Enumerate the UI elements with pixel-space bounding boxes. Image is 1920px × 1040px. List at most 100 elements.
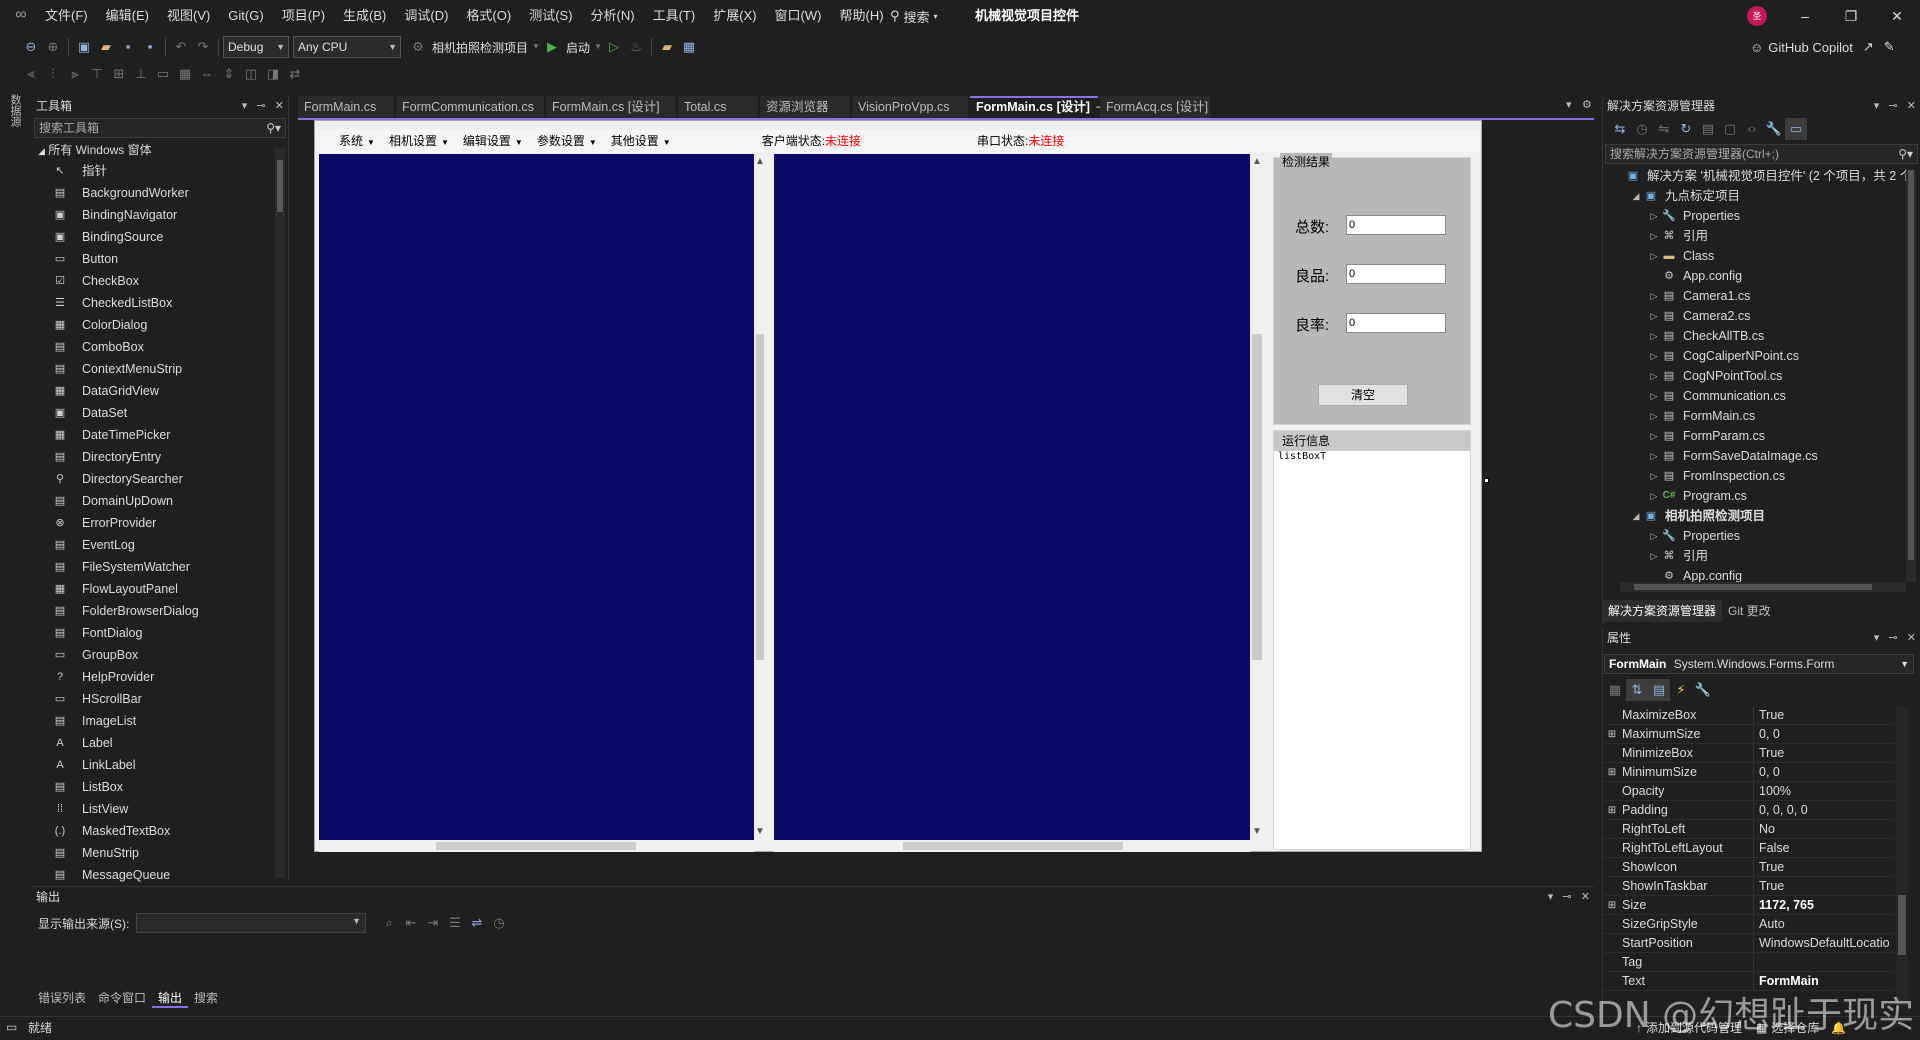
form-menu-item[interactable]: 相机设置 ▼ <box>382 130 456 152</box>
toolbox-item[interactable]: ▦ ColorDialog <box>32 314 288 336</box>
toolbox-item[interactable]: ⚲ DirectorySearcher <box>32 468 288 490</box>
expand-arrow-icon[interactable]: ▷ <box>1647 486 1661 506</box>
align-right-icon[interactable]: ⫸ <box>64 63 86 85</box>
menu-item[interactable]: 工具(T) <box>644 0 705 32</box>
bottom-tab[interactable]: 搜索 <box>188 988 224 1008</box>
scroll-up-icon[interactable]: ▲ <box>754 156 766 168</box>
toolbox-scroll-thumb[interactable] <box>277 160 283 212</box>
close-window-button[interactable]: ✕ <box>1874 0 1920 32</box>
configuration-dropdown[interactable]: Debug ▼ <box>223 36 289 58</box>
tab-order-icon[interactable]: ⇄ <box>284 63 306 85</box>
toolbox-item[interactable]: ▭ Button <box>32 248 288 270</box>
open-file-icon[interactable]: ▰ <box>95 36 117 58</box>
refresh-icon[interactable]: ↻ <box>1675 118 1697 140</box>
menu-item[interactable]: 分析(N) <box>582 0 644 32</box>
same-size-icon[interactable]: ▭ <box>152 63 174 85</box>
property-row[interactable]: RightToLeft No <box>1604 820 1894 839</box>
user-avatar[interactable]: 圣 <box>1747 6 1767 26</box>
switch-views-icon[interactable]: ⇆ <box>1609 118 1631 140</box>
solution-tree-item[interactable]: ▷ ▤ CheckAllTB.cs <box>1603 326 1920 346</box>
share-icon[interactable]: ↗ <box>1863 39 1874 55</box>
toolbox-item[interactable]: ▤ ComboBox <box>32 336 288 358</box>
editor-tab[interactable]: FormMain.cs [设计]⊸✕ <box>970 96 1123 118</box>
property-value[interactable]: Auto <box>1754 915 1785 933</box>
back-icon[interactable]: ⊖ <box>20 36 42 58</box>
solution-tree-item[interactable]: ▷ ▤ CogNPointTool.cs <box>1603 366 1920 386</box>
property-value[interactable]: False <box>1754 839 1790 857</box>
property-row[interactable]: ⊞ MaximumSize 0, 0 <box>1604 725 1894 744</box>
toolbox-item[interactable]: ▤ BackgroundWorker <box>32 182 288 204</box>
expand-plus-icon[interactable]: ⊞ <box>1604 896 1620 914</box>
property-row[interactable]: RightToLeftLayout False <box>1604 839 1894 858</box>
bottom-tab[interactable]: 输出 <box>152 988 189 1008</box>
solution-tree-item[interactable]: ▷ ▤ FromInspection.cs <box>1603 466 1920 486</box>
align-left-icon[interactable]: ⫷ <box>20 63 42 85</box>
properties-view-icon[interactable]: ▤ <box>1648 679 1670 701</box>
expand-arrow-icon[interactable]: ▷ <box>1647 286 1661 306</box>
menu-item[interactable]: Git(G) <box>219 0 272 32</box>
startup-project-dropdown[interactable]: 相机拍照检测项目 <box>429 39 531 56</box>
solution-vscroll-thumb[interactable] <box>1908 170 1914 560</box>
solution-tree-item[interactable]: ▷ ▤ Communication.cs <box>1603 386 1920 406</box>
close-icon[interactable]: ✕ <box>1581 891 1590 903</box>
output-source-dropdown[interactable]: ▼ <box>136 913 366 933</box>
new-project-icon[interactable]: ▣ <box>73 36 95 58</box>
property-value[interactable]: 1172, 765 <box>1754 896 1814 914</box>
toolbox-item[interactable]: ▭ GroupBox <box>32 644 288 666</box>
preview-icon[interactable]: ▭ <box>1785 118 1807 140</box>
editor-tab[interactable]: FormMain.cs <box>298 96 394 118</box>
events-lightning-icon[interactable]: ⚡ <box>1670 679 1692 701</box>
resize-handle[interactable] <box>1484 478 1489 483</box>
toolbox-item[interactable]: ▣ BindingNavigator <box>32 204 288 226</box>
scroll-down-icon[interactable]: ▼ <box>1251 826 1263 838</box>
property-row[interactable]: ⊞ Padding 0, 0, 0, 0 <box>1604 801 1894 820</box>
property-value[interactable]: 0, 0 <box>1754 763 1780 781</box>
toolbox-item[interactable]: ▤ MessageQueue <box>32 864 288 886</box>
property-value[interactable]: True <box>1754 877 1784 895</box>
property-row[interactable]: ShowInTaskbar True <box>1604 877 1894 896</box>
property-row[interactable]: MinimizeBox True <box>1604 744 1894 763</box>
start-button[interactable]: 启动 <box>563 39 593 56</box>
editor-tab[interactable]: FormAcq.cs [设计] <box>1100 96 1210 118</box>
menu-item[interactable]: 项目(P) <box>273 0 334 32</box>
property-row[interactable]: Tag <box>1604 953 1894 972</box>
settings-icon[interactable]: ⚙ <box>1582 98 1592 111</box>
align-middle-icon[interactable]: ⊞ <box>108 63 130 85</box>
solution-tree-item[interactable]: ▷ ⌘ 引用 <box>1603 226 1920 246</box>
toolbox-item[interactable]: ▣ DataSet <box>32 402 288 424</box>
redo-icon[interactable]: ↷ <box>192 36 214 58</box>
expand-plus-icon[interactable]: ⊞ <box>1604 801 1620 819</box>
find-message-icon[interactable]: ⌕ <box>378 912 400 934</box>
sync-icon[interactable]: ⇋ <box>1653 118 1675 140</box>
property-value[interactable]: True <box>1754 744 1784 762</box>
form-menu-item[interactable]: 系统 ▼ <box>332 130 382 152</box>
toolbox-item[interactable]: (.) MaskedTextBox <box>32 820 288 842</box>
toolbox-item[interactable]: ▤ ImageList <box>32 710 288 732</box>
collapse-all-icon[interactable]: ▤ <box>1697 118 1719 140</box>
solution-tree-item[interactable]: ▷ ⌘ 引用 <box>1603 546 1920 566</box>
toolbox-scrollbar[interactable] <box>275 148 285 878</box>
expand-arrow-icon[interactable]: ▷ <box>1647 546 1661 566</box>
camera1-hscroll-thumb[interactable] <box>436 842 636 850</box>
property-value[interactable]: True <box>1754 858 1784 876</box>
property-row[interactable]: StartPosition WindowsDefaultLocatio <box>1604 934 1894 953</box>
solution-tree-item[interactable]: ▷ ▤ Camera1.cs <box>1603 286 1920 306</box>
expand-plus-icon[interactable]: ⊞ <box>1604 763 1620 781</box>
toolbox-item[interactable]: ▦ DateTimePicker <box>32 424 288 446</box>
expand-arrow-icon[interactable]: ▷ <box>1647 426 1661 446</box>
hot-reload-icon[interactable]: ♨ <box>625 36 647 58</box>
run-info-groupbox[interactable] <box>1273 430 1471 850</box>
grid-icon[interactable]: ▦ <box>174 63 196 85</box>
bottom-tab[interactable]: 错误列表 <box>32 988 92 1008</box>
spacing-icon[interactable]: ⇔ <box>196 63 218 85</box>
toolbox-item[interactable]: ▤ DomainUpDown <box>32 490 288 512</box>
expand-arrow-icon[interactable]: ▷ <box>1647 526 1661 546</box>
pin-icon[interactable]: ⊸ <box>256 100 265 112</box>
property-value[interactable]: No <box>1754 820 1775 838</box>
folder-icon[interactable]: ▰ <box>656 36 678 58</box>
toolbox-item[interactable]: ▤ FileSystemWatcher <box>32 556 288 578</box>
toolbox-item[interactable]: ☑ CheckBox <box>32 270 288 292</box>
solution-panel-tab[interactable]: Git 更改 <box>1722 600 1777 622</box>
clear-all-icon[interactable]: ☰ <box>444 912 466 934</box>
form-menu-item[interactable]: 编辑设置 ▼ <box>456 130 530 152</box>
